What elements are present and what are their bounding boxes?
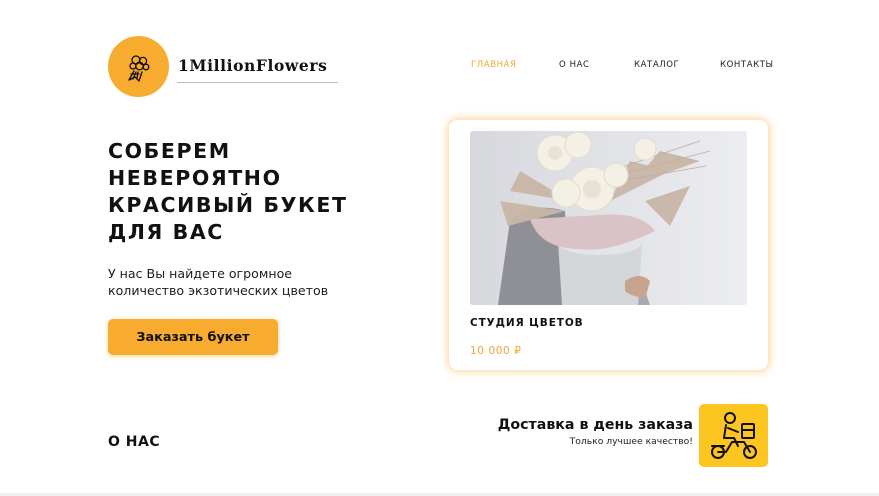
hero-title: СОБЕРЕМ НЕВЕРОЯТНО КРАСИВЫЙ БУКЕТ ДЛЯ ВА… — [108, 139, 348, 244]
scooter-courier-icon — [710, 411, 757, 459]
delivery-subtitle: Только лучшее качество! — [569, 436, 693, 447]
about-heading: О НАС — [108, 434, 161, 450]
logo[interactable] — [108, 36, 169, 97]
product-card[interactable]: СТУДИЯ ЦВЕТОВ 10 000 ₽ — [449, 120, 768, 370]
brand-underline — [177, 82, 338, 83]
product-title: СТУДИЯ ЦВЕТОВ — [470, 317, 584, 329]
nav-about[interactable]: О НАС — [559, 60, 590, 70]
bouquet-photo-art — [470, 131, 747, 305]
nav-catalog[interactable]: КАТАЛОГ — [634, 60, 679, 70]
order-bouquet-button[interactable]: Заказать букет — [108, 319, 278, 355]
product-price: 10 000 ₽ — [470, 345, 522, 357]
hero-subtitle: У нас Вы найдете огромное количество экз… — [108, 266, 329, 298]
delivery-badge — [699, 404, 768, 467]
landing-page: 1MillionFlowers ГЛАВНАЯ О НАС КАТАЛОГ КО… — [0, 0, 879, 496]
bouquet-icon — [127, 54, 149, 82]
brand-name[interactable]: 1MillionFlowers — [178, 56, 327, 75]
nav-contacts[interactable]: КОНТАКТЫ — [720, 60, 774, 70]
bouquet-photo — [470, 131, 747, 305]
nav-home[interactable]: ГЛАВНАЯ — [471, 60, 517, 70]
delivery-title: Доставка в день заказа — [497, 417, 693, 433]
